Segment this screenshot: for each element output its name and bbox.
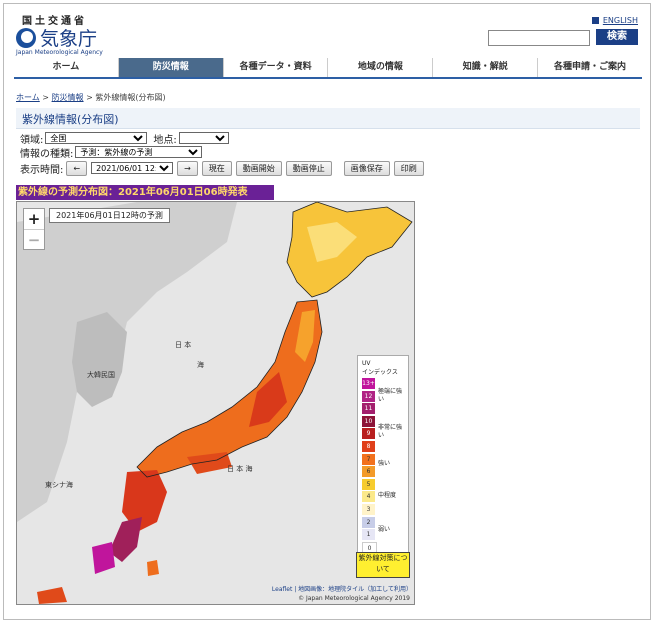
page-title: 紫外線情報(分布図): [22, 113, 119, 126]
region-select[interactable]: 全国: [45, 132, 148, 144]
map-controls: 領域: 全国 地点: 情報の種類: 予測：紫外線の予測 表示時間: ← 2021…: [20, 131, 428, 176]
now-button[interactable]: 現在: [201, 160, 232, 176]
uv-legend: UV インデックス 13+ 12 11 10 9 8 7 6 5 4 3 2 1 0 極端に強い 非常に強い…: [357, 355, 409, 577]
breadcrumb: ホーム > 防災情報 > 紫外線情報(分布図): [16, 93, 166, 102]
legend-level-12: 12: [362, 390, 375, 402]
time-select[interactable]: 2021/06/01 12:00: [91, 162, 174, 174]
nav-disaster-info[interactable]: 防災情報: [118, 58, 224, 77]
search-button[interactable]: 検索: [596, 29, 638, 45]
main-nav: ホーム 防災情報 各種データ・資料 地域の情報 知識・解説 各種申請・ご案内: [14, 58, 642, 79]
legend-cat-extreme: 極端に強い: [378, 388, 403, 403]
zoom-in-button[interactable]: +: [24, 209, 44, 229]
legend-level-1: 1: [362, 529, 375, 541]
legend-level-6: 6: [362, 466, 375, 478]
breadcrumb-home[interactable]: ホーム: [16, 93, 40, 102]
legend-level-11: 11: [362, 403, 375, 415]
legend-level-8: 8: [362, 441, 375, 452]
legend-cat-moderate: 中程度: [378, 492, 397, 499]
print-button[interactable]: 印刷: [393, 160, 424, 176]
legend-level-3: 3: [362, 504, 375, 515]
map-title: 紫外線の予測分布図：2021年06月01日06時発表: [16, 185, 274, 200]
legend-level-13plus: 13+: [362, 378, 375, 389]
map-label-east-china-sea: 東シナ海: [45, 481, 73, 489]
zoom-control: + −: [23, 208, 45, 250]
map-canvas: [17, 202, 414, 604]
point-label: 地点:: [153, 134, 177, 146]
next-time-button[interactable]: →: [177, 160, 198, 176]
animation-stop-button[interactable]: 動画停止: [285, 160, 332, 176]
nav-applications[interactable]: 各種申請・ご案内: [538, 58, 642, 77]
legend-level-9: 9: [362, 428, 375, 440]
legend-cat-strong: 強い: [378, 460, 391, 467]
zoom-out-button[interactable]: −: [24, 229, 44, 250]
english-link[interactable]: ENGLISH: [591, 16, 638, 25]
title-bar: 紫外線情報(分布図): [16, 108, 640, 129]
nav-home[interactable]: ホーム: [14, 58, 119, 77]
uv-countermeasure-link[interactable]: 紫外線対策について: [356, 552, 410, 578]
english-link-icon: [591, 17, 599, 24]
nav-regional[interactable]: 地域の情報: [328, 58, 434, 77]
map-copyright: © Japan Meteorological Agency 2019: [298, 595, 410, 602]
search-input[interactable]: [488, 30, 590, 46]
legend-cat-weak: 弱い: [378, 526, 391, 533]
uv-map[interactable]: + − 2021年06月01日12時の予測 日 本 海 大韓民国 東シナ海 日 …: [16, 201, 415, 605]
legend-title: UV インデックス: [362, 360, 398, 376]
time-label: 表示時間:: [20, 164, 64, 176]
breadcrumb-disaster[interactable]: 防災情報: [52, 93, 84, 102]
map-label-japan: 日 本: [175, 341, 192, 349]
forecast-time-label: 2021年06月01日12時の予測: [49, 208, 170, 223]
map-label-pacific: 日 本 海: [227, 465, 253, 473]
site-header: 国土交通省 気象庁 Japan Meteorological Agency EN…: [14, 10, 642, 60]
jma-logo-icon[interactable]: [16, 28, 36, 48]
info-type-select[interactable]: 予測：紫外線の予測: [75, 146, 203, 158]
point-select[interactable]: [178, 132, 229, 144]
map-attribution[interactable]: Leaflet | 地図画像：地理院タイル（加工して利用）: [272, 584, 412, 593]
legend-level-7: 7: [362, 453, 375, 465]
legend-level-4: 4: [362, 491, 375, 503]
legend-cat-very-strong: 非常に強い: [378, 424, 403, 439]
animation-start-button[interactable]: 動画開始: [235, 160, 282, 176]
save-image-button[interactable]: 画像保存: [343, 160, 390, 176]
region-label: 領域:: [20, 134, 44, 146]
prev-time-button[interactable]: ←: [66, 160, 88, 176]
map-label-japan-sea: 海: [197, 361, 204, 369]
agency-name[interactable]: 気象庁: [40, 24, 97, 51]
breadcrumb-current: 紫外線情報(分布図): [95, 93, 166, 102]
legend-level-10: 10: [362, 415, 375, 427]
nav-knowledge[interactable]: 知識・解説: [433, 58, 539, 77]
agency-english-name: Japan Meteorological Agency: [16, 49, 103, 56]
info-type-label: 情報の種類:: [20, 148, 74, 160]
legend-level-5: 5: [362, 478, 375, 490]
map-label-korea: 大韓民国: [87, 371, 115, 379]
nav-data[interactable]: 各種データ・資料: [224, 58, 329, 77]
legend-level-2: 2: [362, 516, 375, 528]
